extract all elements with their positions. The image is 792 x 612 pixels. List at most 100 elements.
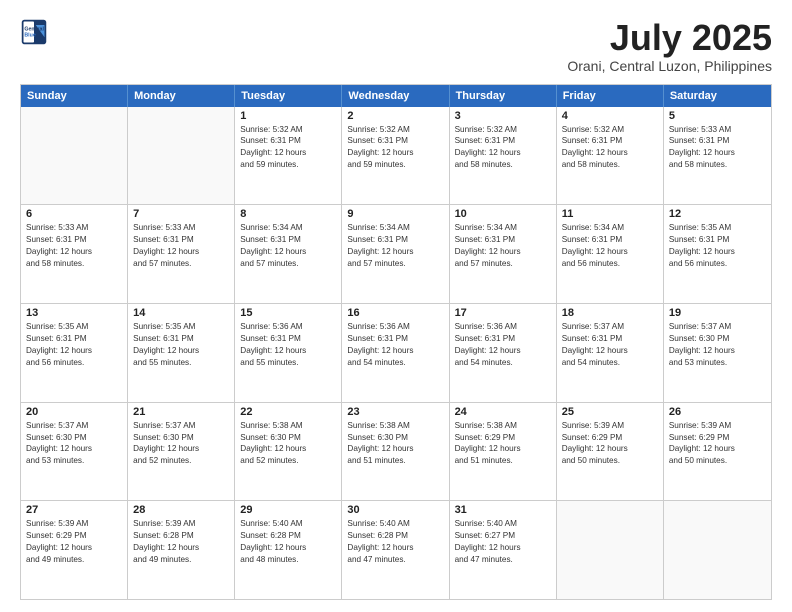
- cell-info-line: Daylight: 12 hours: [26, 246, 122, 258]
- day-number: 5: [669, 110, 766, 122]
- day-number: 25: [562, 406, 658, 418]
- calendar-day-29: 29Sunrise: 5:40 AMSunset: 6:28 PMDayligh…: [235, 501, 342, 599]
- cell-info-line: Sunset: 6:31 PM: [240, 234, 336, 246]
- day-header-friday: Friday: [557, 85, 664, 107]
- cell-info-line: Sunset: 6:29 PM: [455, 432, 551, 444]
- day-number: 11: [562, 208, 658, 220]
- cell-info-line: Daylight: 12 hours: [669, 443, 766, 455]
- cell-info-line: Daylight: 12 hours: [455, 147, 551, 159]
- cell-info-line: Daylight: 12 hours: [455, 246, 551, 258]
- cell-info-line: and 49 minutes.: [26, 554, 122, 566]
- cell-info-line: Daylight: 12 hours: [133, 345, 229, 357]
- day-number: 23: [347, 406, 443, 418]
- calendar-day-18: 18Sunrise: 5:37 AMSunset: 6:31 PMDayligh…: [557, 304, 664, 402]
- calendar-empty-cell: [557, 501, 664, 599]
- cell-info-line: and 47 minutes.: [347, 554, 443, 566]
- day-number: 9: [347, 208, 443, 220]
- svg-text:Blue: Blue: [24, 32, 35, 38]
- cell-info-line: Sunset: 6:30 PM: [347, 432, 443, 444]
- cell-info-line: and 53 minutes.: [669, 357, 766, 369]
- day-header-thursday: Thursday: [450, 85, 557, 107]
- cell-info-line: Sunset: 6:29 PM: [26, 530, 122, 542]
- cell-info-line: and 55 minutes.: [133, 357, 229, 369]
- calendar-day-10: 10Sunrise: 5:34 AMSunset: 6:31 PMDayligh…: [450, 205, 557, 303]
- cell-info-line: Sunset: 6:31 PM: [133, 333, 229, 345]
- cell-info-line: Daylight: 12 hours: [240, 345, 336, 357]
- cell-info-line: and 58 minutes.: [669, 159, 766, 171]
- cell-info-line: Daylight: 12 hours: [240, 246, 336, 258]
- cell-info-line: Sunrise: 5:40 AM: [455, 518, 551, 530]
- day-number: 20: [26, 406, 122, 418]
- cell-info-line: Daylight: 12 hours: [562, 246, 658, 258]
- svg-text:General: General: [24, 26, 44, 32]
- cell-info-line: Sunrise: 5:39 AM: [562, 420, 658, 432]
- calendar-day-14: 14Sunrise: 5:35 AMSunset: 6:31 PMDayligh…: [128, 304, 235, 402]
- calendar-empty-cell: [128, 107, 235, 205]
- cell-info-line: and 51 minutes.: [455, 455, 551, 467]
- day-number: 17: [455, 307, 551, 319]
- cell-info-line: Daylight: 12 hours: [347, 147, 443, 159]
- calendar-day-15: 15Sunrise: 5:36 AMSunset: 6:31 PMDayligh…: [235, 304, 342, 402]
- day-number: 16: [347, 307, 443, 319]
- cell-info-line: Sunrise: 5:33 AM: [133, 222, 229, 234]
- cell-info-line: Daylight: 12 hours: [347, 443, 443, 455]
- cell-info-line: Sunrise: 5:36 AM: [347, 321, 443, 333]
- cell-info-line: and 48 minutes.: [240, 554, 336, 566]
- calendar-empty-cell: [664, 501, 771, 599]
- cell-info-line: Sunset: 6:29 PM: [669, 432, 766, 444]
- cell-info-line: Sunrise: 5:40 AM: [347, 518, 443, 530]
- cell-info-line: Daylight: 12 hours: [347, 542, 443, 554]
- day-number: 10: [455, 208, 551, 220]
- cell-info-line: Daylight: 12 hours: [133, 443, 229, 455]
- day-number: 4: [562, 110, 658, 122]
- calendar-week-2: 6Sunrise: 5:33 AMSunset: 6:31 PMDaylight…: [21, 205, 771, 304]
- calendar-header-row: SundayMondayTuesdayWednesdayThursdayFrid…: [21, 85, 771, 107]
- cell-info-line: Daylight: 12 hours: [347, 246, 443, 258]
- calendar-week-3: 13Sunrise: 5:35 AMSunset: 6:31 PMDayligh…: [21, 304, 771, 403]
- day-number: 22: [240, 406, 336, 418]
- cell-info-line: Sunrise: 5:40 AM: [240, 518, 336, 530]
- day-number: 29: [240, 504, 336, 516]
- cell-info-line: Sunrise: 5:39 AM: [669, 420, 766, 432]
- calendar-day-19: 19Sunrise: 5:37 AMSunset: 6:30 PMDayligh…: [664, 304, 771, 402]
- cell-info-line: Daylight: 12 hours: [240, 147, 336, 159]
- cell-info-line: Sunset: 6:27 PM: [455, 530, 551, 542]
- cell-info-line: and 53 minutes.: [26, 455, 122, 467]
- calendar-day-4: 4Sunrise: 5:32 AMSunset: 6:31 PMDaylight…: [557, 107, 664, 205]
- cell-info-line: Daylight: 12 hours: [562, 345, 658, 357]
- calendar-day-3: 3Sunrise: 5:32 AMSunset: 6:31 PMDaylight…: [450, 107, 557, 205]
- cell-info-line: and 52 minutes.: [133, 455, 229, 467]
- day-number: 30: [347, 504, 443, 516]
- calendar-day-27: 27Sunrise: 5:39 AMSunset: 6:29 PMDayligh…: [21, 501, 128, 599]
- cell-info-line: Sunrise: 5:32 AM: [562, 124, 658, 136]
- cell-info-line: Sunrise: 5:32 AM: [240, 124, 336, 136]
- calendar-week-5: 27Sunrise: 5:39 AMSunset: 6:29 PMDayligh…: [21, 501, 771, 599]
- cell-info-line: Sunset: 6:31 PM: [347, 234, 443, 246]
- day-number: 7: [133, 208, 229, 220]
- cell-info-line: Sunset: 6:31 PM: [455, 234, 551, 246]
- cell-info-line: Sunset: 6:30 PM: [240, 432, 336, 444]
- calendar-day-13: 13Sunrise: 5:35 AMSunset: 6:31 PMDayligh…: [21, 304, 128, 402]
- cell-info-line: Sunset: 6:31 PM: [562, 135, 658, 147]
- cell-info-line: and 50 minutes.: [562, 455, 658, 467]
- cell-info-line: Daylight: 12 hours: [669, 147, 766, 159]
- cell-info-line: Sunset: 6:31 PM: [240, 333, 336, 345]
- day-number: 13: [26, 307, 122, 319]
- calendar-body: 1Sunrise: 5:32 AMSunset: 6:31 PMDaylight…: [21, 107, 771, 599]
- cell-info-line: Sunrise: 5:36 AM: [240, 321, 336, 333]
- cell-info-line: and 59 minutes.: [240, 159, 336, 171]
- calendar-day-22: 22Sunrise: 5:38 AMSunset: 6:30 PMDayligh…: [235, 403, 342, 501]
- day-number: 24: [455, 406, 551, 418]
- calendar-day-16: 16Sunrise: 5:36 AMSunset: 6:31 PMDayligh…: [342, 304, 449, 402]
- cell-info-line: Sunset: 6:30 PM: [669, 333, 766, 345]
- cell-info-line: Daylight: 12 hours: [240, 443, 336, 455]
- cell-info-line: and 58 minutes.: [562, 159, 658, 171]
- cell-info-line: and 51 minutes.: [347, 455, 443, 467]
- title-block: July 2025 Orani, Central Luzon, Philippi…: [567, 18, 772, 74]
- cell-info-line: Sunset: 6:31 PM: [26, 333, 122, 345]
- day-number: 21: [133, 406, 229, 418]
- calendar-empty-cell: [21, 107, 128, 205]
- cell-info-line: Sunrise: 5:36 AM: [455, 321, 551, 333]
- cell-info-line: Sunrise: 5:34 AM: [347, 222, 443, 234]
- calendar-day-21: 21Sunrise: 5:37 AMSunset: 6:30 PMDayligh…: [128, 403, 235, 501]
